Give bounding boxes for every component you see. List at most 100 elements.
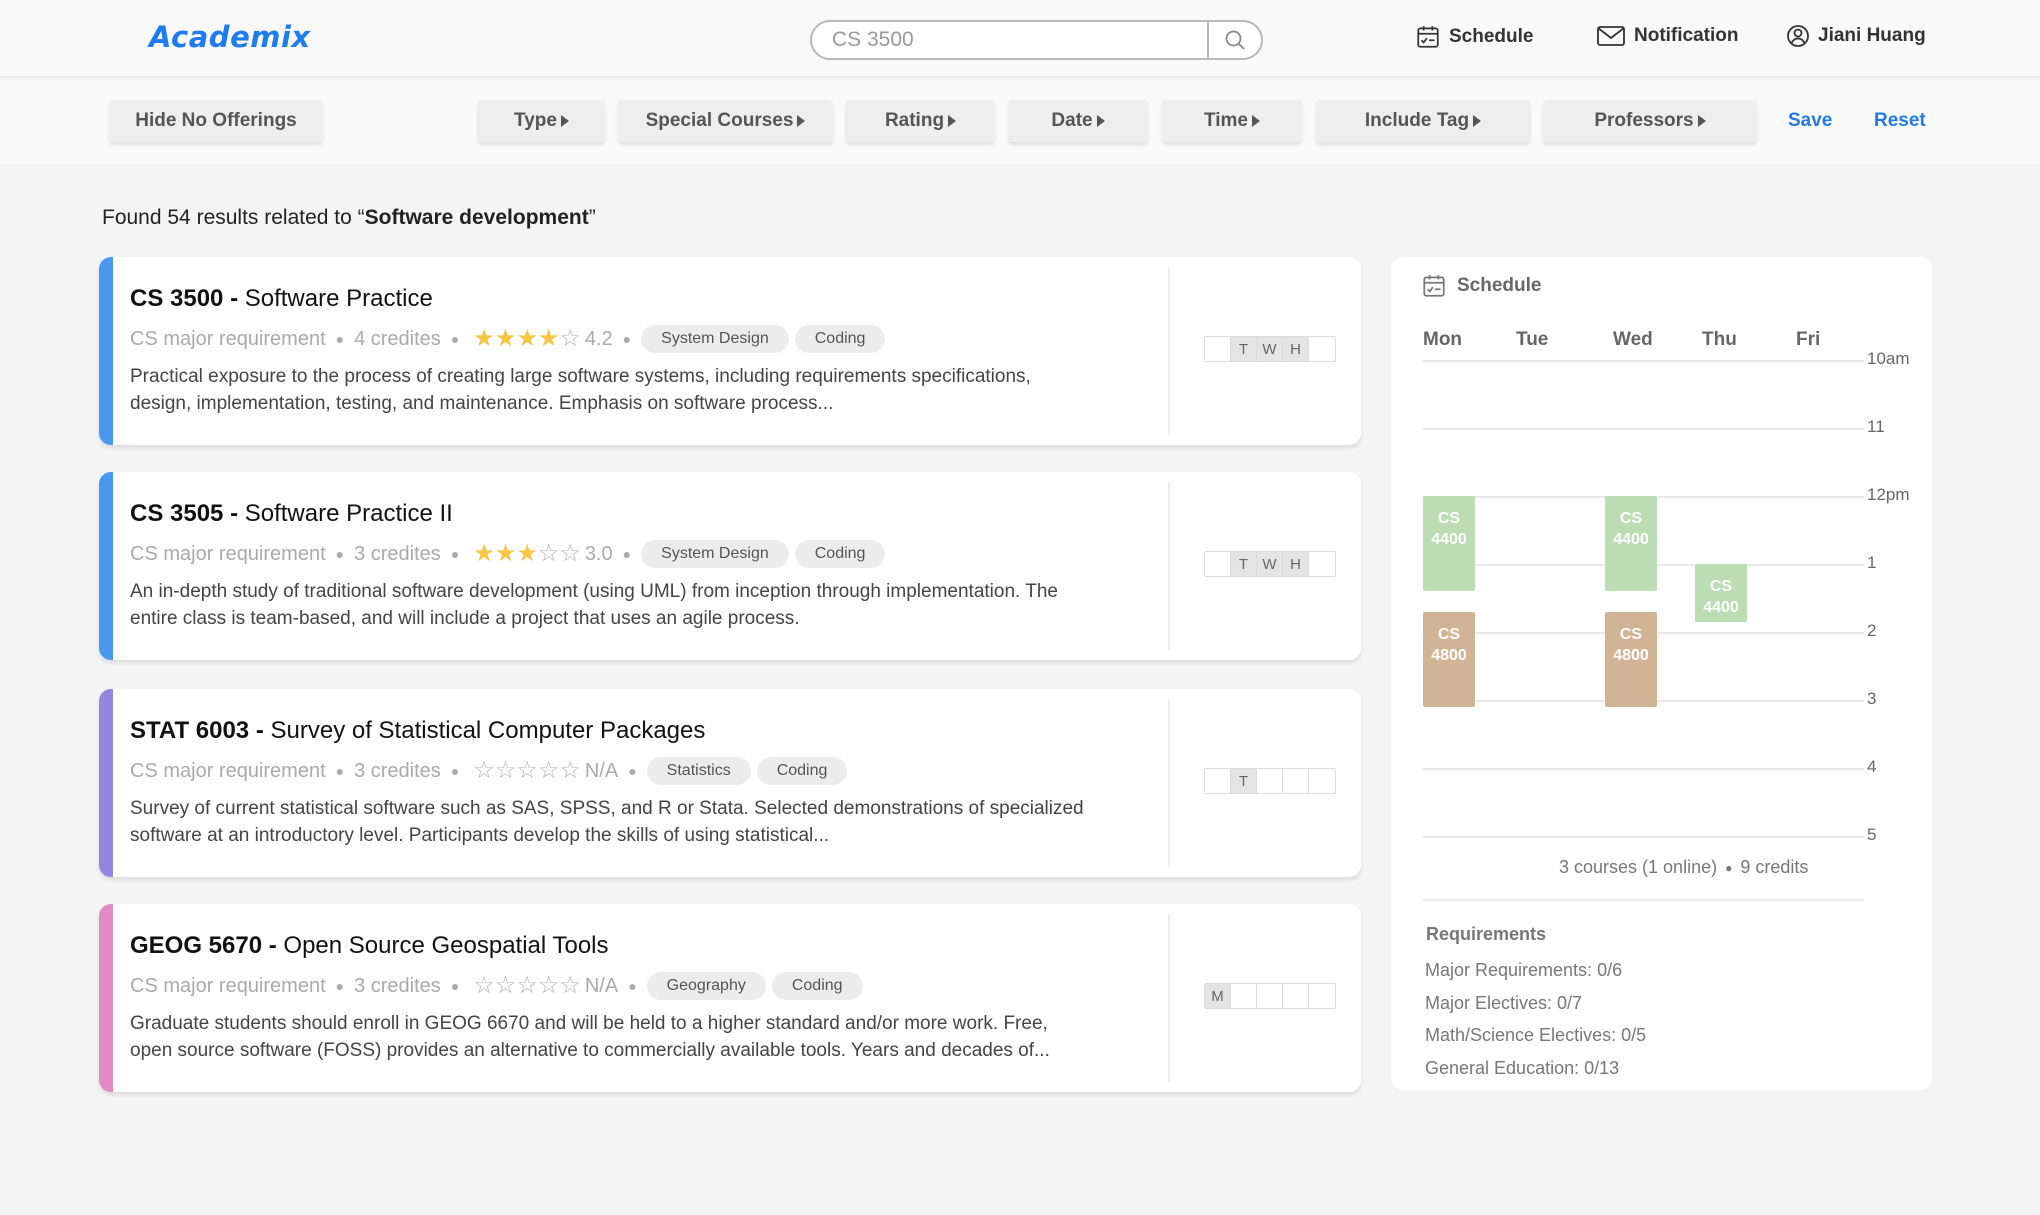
caret-right-icon [797,115,806,127]
course-credits: 3 credites [354,542,441,565]
card-accent-bar [99,472,113,660]
rating-value: 4.2 [584,327,613,350]
separator-dot: ● [622,331,632,347]
star-empty-icon: ☆ [516,757,538,784]
star-empty-icon: ☆ [537,757,560,784]
course-code: CS 3505 - [130,500,239,527]
course-card[interactable]: CS 3500 - Software Practice CS major req… [99,257,1361,445]
course-meta: CS major requirement ● 3 credites ● ☆ ☆ ☆ ☆… [130,757,853,785]
day-header: Fri [1796,329,1821,350]
separator-dot: ● [335,331,345,347]
separator-dot: ● [450,763,460,779]
meeting-days: M [1204,983,1336,1009]
star-filled-icon: ★ [516,540,538,567]
filter-special-courses-label: Special Courses [645,110,794,131]
rating-stars: ☆ ☆ ☆ ☆ ☆ [473,974,581,998]
star-empty-icon: ☆ [516,972,538,999]
filter-time-label: Time [1203,110,1248,131]
day-header: Tue [1516,329,1549,350]
course-tag[interactable]: Geography [646,972,766,1000]
schedule-panel: Schedule Mon Tue Wed Thu Fri 10am 11 12pm 1 2 3 4 5 C… [1391,257,1932,1090]
app-logo[interactable]: Academix [149,20,311,54]
card-divider [1168,699,1170,867]
hour-gridline [1423,360,1864,362]
schedule-course-block[interactable]: CS 4400 [1605,496,1657,592]
nav-notification[interactable]: Notification [1596,24,1739,48]
course-title[interactable]: CS 3505 - Software Practice II [130,500,453,528]
course-tag[interactable]: Statistics [646,757,751,785]
filter-type[interactable]: Type [478,100,605,142]
search-input[interactable] [812,22,1208,58]
card-divider [1168,482,1170,650]
day-header: Mon [1423,329,1463,350]
meeting-days: TWH [1204,336,1336,362]
rating-stars: ★ ★ ★ ★ ☆ [473,327,581,351]
filter-professors[interactable]: Professors [1543,100,1757,142]
rating-value: N/A [584,974,619,997]
card-divider [1168,914,1170,1082]
filter-include-tag[interactable]: Include Tag [1316,100,1530,142]
course-tag[interactable]: System Design [641,540,789,568]
course-description: Practical exposure to the process of cre… [130,366,1031,414]
hide-no-offerings-button[interactable]: Hide No Offerings [109,100,323,142]
results-prefix: Found 54 results related to “ [102,206,365,229]
calendar-check-icon [1417,26,1439,48]
schedule-course-block[interactable]: CS 4400 [1695,564,1747,622]
calendar-check-icon [1423,275,1445,297]
course-card[interactable]: STAT 6003 - Survey of Statistical Comput… [99,689,1361,877]
requirements-title: Requirements [1426,924,1547,944]
filter-rating[interactable]: Rating [846,100,995,142]
course-card[interactable]: CS 3505 - Software Practice II CS major … [99,472,1361,660]
schedule-summary: 3 courses (1 online) ● 9 credits [1559,857,1808,878]
requirement-item: General Education: 0/13 [1425,1058,1620,1078]
nav-schedule[interactable]: Schedule [1415,24,1533,50]
hour-label: 2 [1867,621,1877,640]
card-accent-bar [99,689,113,877]
day-cell: T [1231,769,1257,793]
schedule-course-block[interactable]: CS 4800 [1423,611,1475,707]
day-cell [1283,984,1309,1008]
course-description: An in-depth study of traditional softwar… [130,581,1058,629]
course-code: STAT 6003 - [130,717,264,744]
separator-dot: ● [628,763,637,779]
course-tag[interactable]: Coding [794,540,886,568]
course-tag[interactable]: System Design [641,325,789,353]
day-cell: H [1283,337,1309,361]
day-header: Thu [1702,329,1737,350]
rating-value: N/A [584,759,619,782]
requirement-item: Major Requirements: 0/6 [1425,960,1623,980]
separator-dot: ● [622,546,632,562]
save-button[interactable]: Save [1788,110,1832,132]
day-cell [1205,552,1231,576]
filter-date-label: Date [1051,110,1093,131]
course-title[interactable]: GEOG 5670 - Open Source Geospatial Tools [130,932,609,960]
card-divider [1168,267,1170,435]
caret-right-icon [1697,115,1706,127]
star-empty-icon: ☆ [559,325,581,352]
reset-button[interactable]: Reset [1874,110,1926,132]
day-cell: M [1205,984,1231,1008]
caret-right-icon [948,115,957,127]
filter-time[interactable]: Time [1162,100,1302,142]
schedule-course-block[interactable]: CS 4400 [1423,496,1475,592]
course-tag[interactable]: Coding [756,757,848,785]
nav-user-profile[interactable]: Jiani Huang [1786,24,1926,48]
star-filled-icon: ★ [494,540,517,567]
course-card[interactable]: GEOG 5670 - Open Source Geospatial Tools… [99,904,1361,1092]
course-tag[interactable]: Coding [794,325,886,353]
day-cell: T [1231,552,1257,576]
course-requirement: CS major requirement [130,542,326,565]
course-title[interactable]: STAT 6003 - Survey of Statistical Comput… [130,717,705,745]
course-meta: CS major requirement ● 3 credites ● ★ ★ ★ ☆… [130,540,891,568]
hour-label: 11 [1867,417,1885,436]
search-button[interactable] [1207,22,1261,58]
filter-type-label: Type [514,110,557,131]
course-tag[interactable]: Coding [771,972,863,1000]
course-title[interactable]: CS 3500 - Software Practice [130,285,433,313]
separator-dot: ● [450,331,460,347]
filter-special-courses[interactable]: Special Courses [618,100,833,142]
day-cell [1257,984,1283,1008]
results-suffix: ” [588,206,596,229]
filter-date[interactable]: Date [1008,100,1148,142]
schedule-course-block[interactable]: CS 4800 [1605,611,1657,707]
